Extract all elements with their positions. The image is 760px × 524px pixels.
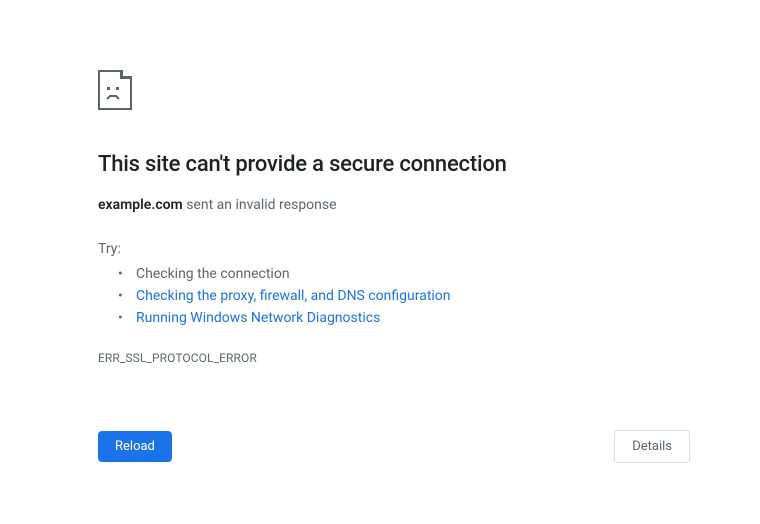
suggestions-list: Checking the connection Checking the pro… [98,263,600,329]
error-code: ERR_SSL_PROTOCOL_ERROR [98,351,600,365]
try-label: Try: [98,241,600,257]
details-button[interactable]: Details [614,430,690,463]
suggestion-check-proxy-link[interactable]: Checking the proxy, firewall, and DNS co… [118,285,600,307]
error-page: This site can't provide a secure connect… [0,0,600,365]
button-row: Reload Details [98,430,690,463]
reload-button[interactable]: Reload [98,431,172,462]
error-domain: example.com [98,197,183,213]
subtitle-text: sent an invalid response [183,197,337,213]
error-subtitle: example.com sent an invalid response [98,197,600,213]
suggestion-run-diagnostics-link[interactable]: Running Windows Network Diagnostics [118,307,600,329]
error-title: This site can't provide a secure connect… [98,152,600,177]
sad-page-icon [98,70,600,114]
suggestion-check-connection: Checking the connection [118,263,600,285]
